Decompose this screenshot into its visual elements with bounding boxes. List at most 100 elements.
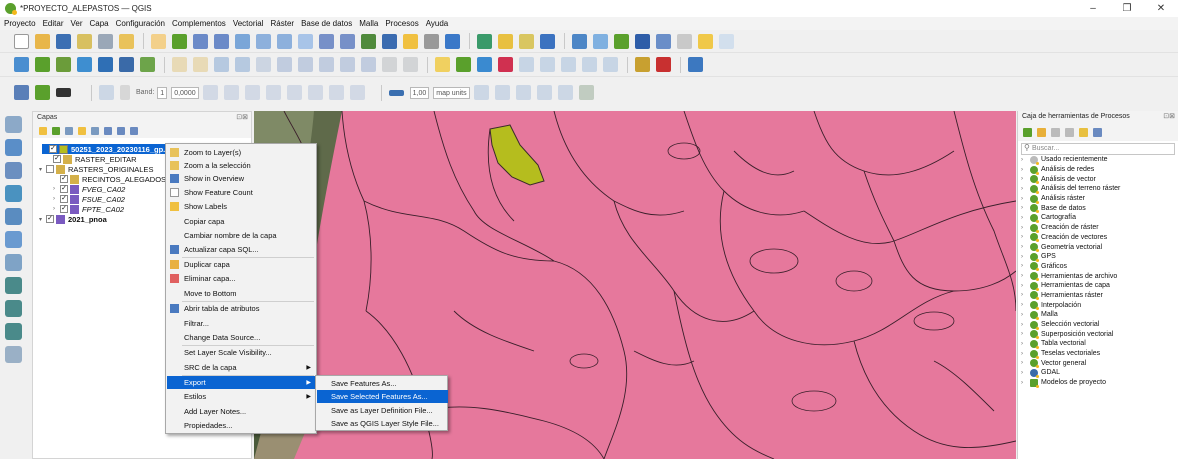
color-swatch-icon[interactable] [120, 85, 130, 100]
processing-item[interactable]: › Análisis ráster [1018, 194, 1178, 204]
processing-item[interactable]: › Interpolación [1018, 300, 1178, 311]
home-icon[interactable] [656, 57, 671, 72]
menu-item-update-sql[interactable]: Actualizar capa SQL... [167, 243, 315, 256]
collapse-all-icon[interactable] [117, 127, 125, 135]
processing-item[interactable]: › Herramientas ráster [1018, 291, 1178, 301]
layout-manager-icon[interactable] [98, 33, 113, 49]
menu-item-move-to-bottom[interactable]: Move to Bottom [167, 287, 315, 300]
add-wms-icon[interactable] [140, 57, 155, 72]
georeferencer-icon[interactable] [635, 57, 650, 72]
merge-icon[interactable] [557, 85, 573, 100]
add-wcs-icon[interactable] [5, 323, 22, 340]
undo-icon[interactable] [382, 57, 397, 72]
layer-item-2021-pnoa[interactable]: ▾ ✓ 2021_pnoa [39, 214, 107, 224]
paste-features-icon[interactable] [361, 57, 376, 72]
add-raster-layer-icon[interactable] [56, 57, 71, 72]
menu-item-duplicate-layer[interactable]: Duplicar capa [167, 258, 315, 271]
menu-item-properties[interactable]: Propiedades... [167, 419, 315, 432]
pin-labels-icon[interactable] [519, 57, 534, 72]
size-input[interactable]: 1,00 [409, 86, 430, 99]
offset-icon[interactable] [494, 85, 510, 100]
menu-item-save-layer-definition[interactable]: Save as Layer Definition File... [317, 404, 448, 417]
plugin-icon[interactable] [719, 33, 734, 49]
layer-checkbox[interactable]: ✓ [60, 195, 68, 203]
local-stretch-icon[interactable] [244, 85, 260, 100]
layer-item-fsue[interactable]: › ✓ FSUE_CA02 [53, 194, 125, 204]
add-postgis-icon[interactable] [5, 254, 22, 271]
menu-item-copy-layer[interactable]: Copiar capa [167, 215, 315, 228]
rotate-label-icon[interactable] [582, 57, 597, 72]
menu-raster[interactable]: Ráster [271, 19, 295, 28]
minimize-button[interactable]: – [1076, 3, 1110, 14]
measure-line-icon[interactable] [14, 85, 29, 100]
processing-item[interactable]: › Teselas vectoriales [1018, 349, 1178, 359]
stretch-icon[interactable] [202, 85, 218, 100]
cut-features-icon[interactable] [319, 57, 334, 72]
modify-attributes-icon[interactable] [277, 57, 292, 72]
menu-item-show-overview[interactable]: Show in Overview [167, 172, 315, 185]
processing-item[interactable]: › Cartografía [1018, 213, 1178, 223]
processing-item[interactable]: › Base de datos [1018, 203, 1178, 214]
select-by-value-icon[interactable] [519, 33, 534, 49]
pan-to-selection-icon[interactable] [172, 33, 187, 49]
new-3d-view-icon[interactable] [382, 33, 397, 49]
full-stretch-icon[interactable] [265, 85, 281, 100]
current-edits-icon[interactable] [193, 57, 208, 72]
contrast-icon[interactable] [307, 85, 323, 100]
processing-item[interactable]: › Herramientas de archivo [1018, 271, 1178, 282]
annotation-icon[interactable] [677, 33, 692, 49]
menu-complementos[interactable]: Complementos [172, 19, 226, 28]
brightness-icon[interactable] [286, 85, 302, 100]
menu-item-set-scale-visibility[interactable]: Set Layer Scale Visibility... [167, 346, 315, 359]
add-spatialite-icon[interactable] [5, 231, 22, 248]
menu-item-add-layer-notes[interactable]: Add Layer Notes... [167, 405, 315, 418]
new-layer-icon[interactable] [5, 346, 22, 363]
label-toolbar-icon[interactable] [435, 57, 450, 72]
menu-item-zoom-selection[interactable]: Zoom a la selección [167, 159, 315, 172]
data-source-manager-icon[interactable] [14, 57, 29, 72]
layer-checkbox[interactable]: ✓ [60, 205, 68, 213]
menu-item-zoom-to-layer[interactable]: Zoom to Layer(s) [167, 146, 315, 159]
zoom-last-icon[interactable] [319, 33, 334, 49]
copy-features-icon[interactable] [340, 57, 355, 72]
delete-selected-icon[interactable] [298, 57, 313, 72]
processing-search-input[interactable]: Buscar... [1021, 143, 1175, 155]
processing-item[interactable]: › Vector general [1018, 358, 1178, 369]
map-tips-icon[interactable] [698, 33, 713, 49]
menu-item-open-attribute-table[interactable]: Abrir tabla de atributos [167, 302, 315, 315]
processing-item[interactable]: › Tabla vectorial [1018, 339, 1178, 349]
menu-item-styles[interactable]: Estilos ▶ [167, 390, 315, 403]
processing-item[interactable]: › Creación de vectores [1018, 233, 1178, 243]
reshape-icon[interactable] [515, 85, 531, 100]
add-mesh-icon[interactable] [5, 162, 22, 179]
digitize-icon[interactable] [35, 85, 50, 100]
layer-item-50251[interactable]: ✓ 50251_2023_20230116_gp... [42, 144, 172, 154]
layer-checkbox[interactable] [46, 165, 54, 173]
add-geopackage-icon[interactable] [5, 208, 22, 225]
layer-item-recintos-alegados[interactable]: ✓ RECINTOS_ALEGADOS [53, 174, 166, 184]
band-select[interactable]: 1 [157, 86, 168, 99]
unit-select[interactable]: map units [433, 86, 470, 99]
add-feature-icon[interactable] [235, 57, 250, 72]
add-spatialite-icon[interactable] [119, 57, 134, 72]
layer-item-fveg[interactable]: › ✓ FVEG_CA02 [53, 184, 125, 194]
expand-all-icon[interactable] [104, 127, 112, 135]
vertex-tool-icon[interactable] [256, 57, 271, 72]
zoom-in-icon[interactable] [193, 33, 208, 49]
zoom-full-icon[interactable] [235, 33, 250, 49]
expand-toggle[interactable]: ▾ [39, 216, 46, 223]
layer-checkbox[interactable]: ✓ [49, 145, 57, 153]
expand-toggle[interactable]: › [53, 206, 60, 212]
identify-features-icon[interactable] [477, 33, 492, 49]
add-raster-icon[interactable] [5, 139, 22, 156]
save-project-icon[interactable] [56, 33, 71, 49]
filter-legend-icon[interactable] [78, 127, 86, 135]
add-wfs-icon[interactable] [5, 300, 22, 317]
menu-capa[interactable]: Capa [90, 19, 109, 28]
expand-toggle[interactable]: › [53, 186, 60, 192]
statistical-summary-icon[interactable] [635, 33, 650, 49]
close-button[interactable]: ✕ [1144, 3, 1178, 14]
expand-toggle[interactable]: › [53, 196, 60, 202]
zoom-selection-icon[interactable] [256, 33, 271, 49]
menu-item-export[interactable]: Export ▶ [167, 376, 315, 389]
